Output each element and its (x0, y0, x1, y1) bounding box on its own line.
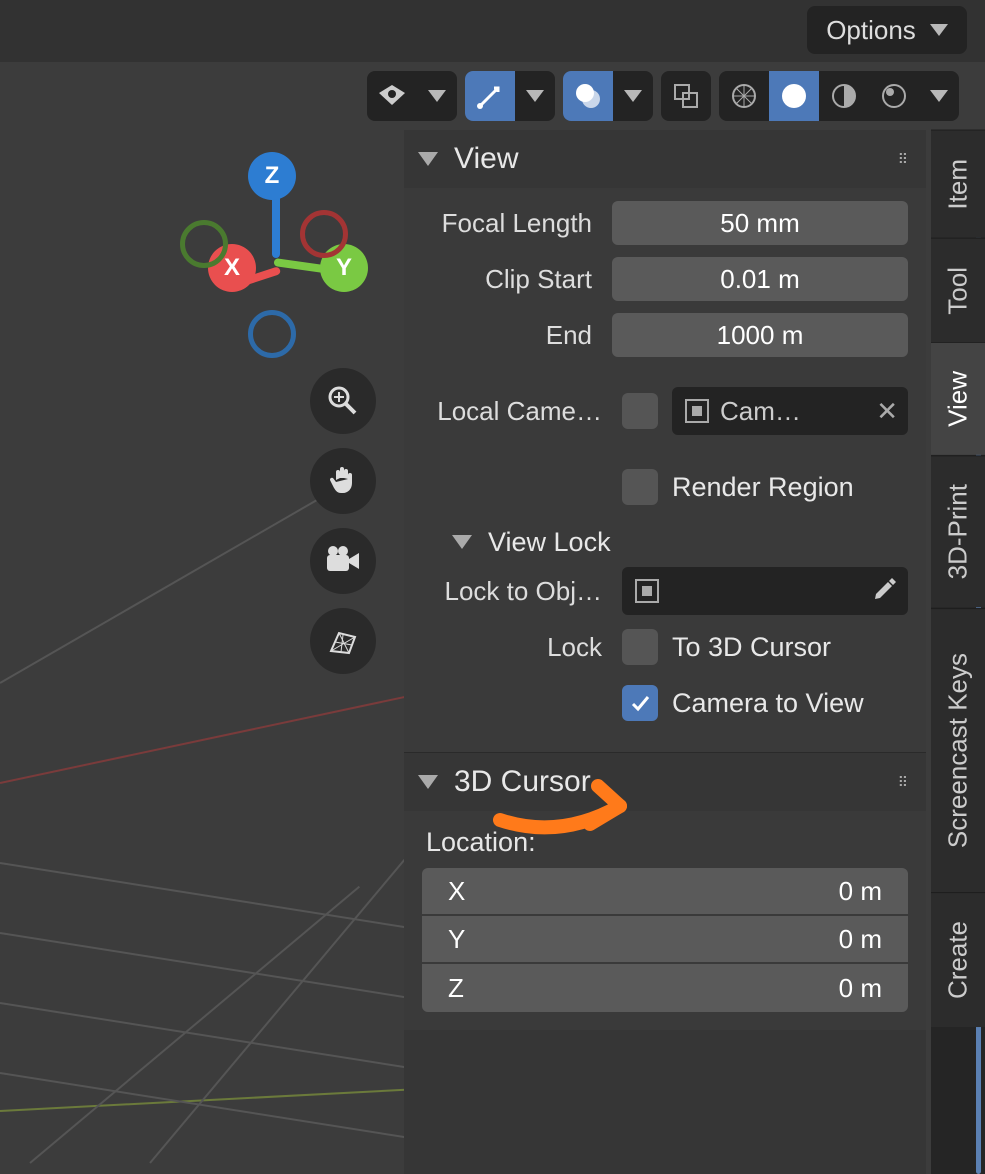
overlay-group (563, 71, 653, 121)
shading-group (719, 71, 959, 121)
object-data-icon (632, 576, 662, 606)
matprev-shading-button[interactable] (819, 71, 869, 121)
eyedropper-icon[interactable] (872, 576, 898, 607)
location-y-field[interactable]: Y0 m (422, 916, 908, 964)
local-camera-field[interactable]: Cam… ✕ (672, 387, 908, 435)
section-title: 3D Cursor (454, 765, 591, 799)
options-label: Options (826, 15, 916, 46)
zoom-button[interactable] (310, 368, 376, 434)
clip-end-field[interactable]: 1000 m (612, 313, 908, 357)
viewport-header-toolbar (0, 68, 985, 124)
location-vector: X0 m Y0 m Z0 m (422, 868, 908, 1012)
tab-3d-print[interactable]: 3D-Print (931, 455, 985, 607)
gizmo-group (465, 71, 555, 121)
n-panel-tabs: Item Tool View 3D-Print Screencast Keys … (931, 130, 985, 1174)
camera-to-view-option: Camera to View (672, 688, 864, 719)
render-region-label: Render Region (672, 472, 854, 503)
visibility-dropdown[interactable] (417, 71, 457, 121)
drag-handle-icon[interactable]: ⠿ (898, 151, 912, 168)
rendered-shading-button[interactable] (869, 71, 919, 121)
solid-shading-button[interactable] (769, 71, 819, 121)
location-z-field[interactable]: Z0 m (422, 964, 908, 1012)
xray-group (661, 71, 711, 121)
options-button[interactable]: Options (807, 6, 967, 54)
header-bar: Options (0, 0, 985, 62)
camera-view-button[interactable] (310, 528, 376, 594)
clip-end-label: End (422, 320, 612, 351)
lock-to-object-label: Lock to Obj… (422, 576, 622, 607)
local-camera-value: Cam… (720, 396, 868, 427)
gizmo-neg-y[interactable] (180, 220, 228, 268)
n-panel: View ⠿ Focal Length 50 mm Clip Start 0.0… (404, 130, 926, 1174)
gizmo-z-axis[interactable]: Z (248, 152, 296, 200)
render-region-checkbox[interactable] (622, 469, 658, 505)
view-section-header[interactable]: View ⠿ (404, 130, 926, 188)
lock-3d-cursor-option: To 3D Cursor (672, 632, 831, 663)
nav-gizmo[interactable]: Z X Y (180, 150, 380, 370)
tab-create[interactable]: Create (931, 892, 985, 1027)
xray-button[interactable] (661, 71, 711, 121)
gizmo-neg-x[interactable] (300, 210, 348, 258)
lock-label: Lock (422, 632, 622, 663)
shading-dropdown[interactable] (919, 71, 959, 121)
wireframe-shading-button[interactable] (719, 71, 769, 121)
gizmo-neg-z[interactable] (248, 310, 296, 358)
disclosure-icon (418, 152, 438, 166)
local-camera-checkbox[interactable] (622, 393, 658, 429)
tab-tool[interactable]: Tool (931, 238, 985, 343)
pan-button[interactable] (310, 448, 376, 514)
visibility-button[interactable] (367, 71, 417, 121)
overlay-dropdown[interactable] (613, 71, 653, 121)
focal-length-label: Focal Length (422, 208, 612, 239)
lock-3d-cursor-checkbox[interactable] (622, 629, 658, 665)
gizmo-dropdown[interactable] (515, 71, 555, 121)
visibility-group (367, 71, 457, 121)
camera-to-view-checkbox[interactable] (622, 685, 658, 721)
lock-to-object-field[interactable] (622, 567, 908, 615)
cursor-section-header[interactable]: 3D Cursor ⠿ (404, 753, 926, 811)
local-camera-label: Local Came… (422, 396, 622, 427)
chevron-down-icon (930, 24, 948, 36)
disclosure-icon (452, 535, 472, 549)
disclosure-icon (418, 775, 438, 789)
tab-item[interactable]: Item (931, 130, 985, 238)
view-lock-title: View Lock (488, 527, 611, 558)
tab-view[interactable]: View (931, 342, 985, 455)
perspective-button[interactable] (310, 608, 376, 674)
location-x-field[interactable]: X0 m (422, 868, 908, 916)
tab-screencast-keys[interactable]: Screencast Keys (931, 608, 985, 892)
object-data-icon (682, 396, 712, 426)
clip-start-label: Clip Start (422, 264, 612, 295)
clear-icon[interactable]: ✕ (876, 396, 898, 427)
focal-length-field[interactable]: 50 mm (612, 201, 908, 245)
location-label: Location: (426, 827, 908, 858)
section-title: View (454, 142, 518, 176)
gizmo-toggle-button[interactable] (465, 71, 515, 121)
view-lock-header[interactable]: View Lock (422, 518, 908, 566)
overlay-toggle-button[interactable] (563, 71, 613, 121)
drag-handle-icon[interactable]: ⠿ (898, 774, 912, 791)
clip-start-field[interactable]: 0.01 m (612, 257, 908, 301)
